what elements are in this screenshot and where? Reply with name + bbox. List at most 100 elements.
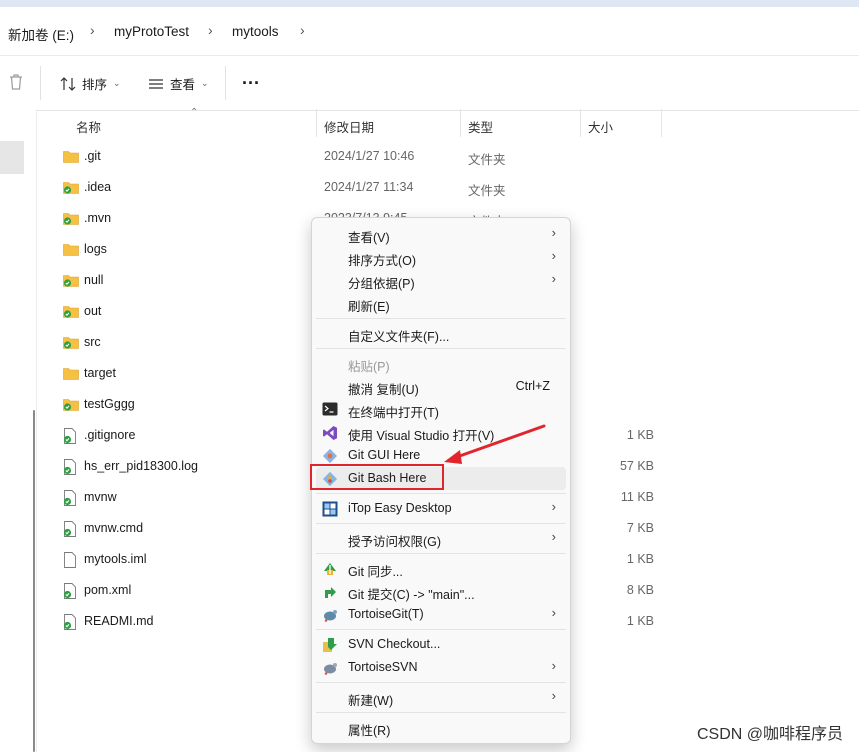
annotation-highlight-box bbox=[310, 464, 444, 490]
file-name: .mvn bbox=[84, 211, 112, 225]
delete-button[interactable] bbox=[8, 73, 24, 91]
menu-item-刷新-e[interactable]: 刷新(E) bbox=[316, 292, 566, 315]
menu-separator bbox=[316, 629, 566, 630]
folder-icon bbox=[63, 242, 79, 256]
chevron-right-icon: › bbox=[300, 22, 305, 38]
breadcrumb-myprototest[interactable]: myProtoTest bbox=[114, 24, 189, 39]
menu-item-label: 自定义文件夹(F)... bbox=[348, 330, 450, 344]
file-icon bbox=[63, 459, 79, 475]
folder-icon bbox=[63, 180, 79, 194]
file-size: 11 KB bbox=[620, 490, 654, 504]
breadcrumb-drive[interactable]: 新加卷 (E:) bbox=[8, 24, 74, 44]
menu-item-git-提交-c-main[interactable]: Git 提交(C) -> "main"... bbox=[316, 580, 566, 603]
view-button[interactable]: 查看 ⌄ bbox=[148, 74, 209, 93]
menu-item-自定义文件夹-f[interactable]: 自定义文件夹(F)... bbox=[316, 322, 566, 345]
chevron-right-icon: › bbox=[551, 529, 556, 544]
menu-item-撤消-复制-u[interactable]: 撤消 复制(U) Ctrl+Z bbox=[316, 375, 566, 398]
menu-item-新建-w[interactable]: 新建(W) › bbox=[316, 686, 566, 709]
git-sync-icon bbox=[322, 561, 338, 577]
file-name: out bbox=[84, 304, 102, 318]
file-name: pom.xml bbox=[84, 583, 132, 597]
chevron-right-icon: › bbox=[551, 688, 556, 703]
folder-icon bbox=[63, 211, 79, 225]
menu-item-label: 查看(V) bbox=[348, 231, 390, 245]
menu-item-label: 在终端中打开(T) bbox=[348, 406, 439, 420]
chevron-right-icon: › bbox=[551, 271, 556, 286]
menu-separator bbox=[316, 523, 566, 524]
file-row[interactable]: .git 2024/1/27 10:46 文件夹 bbox=[56, 141, 676, 172]
window-top-strip bbox=[0, 0, 859, 7]
itop-icon bbox=[322, 501, 338, 517]
menu-separator bbox=[316, 712, 566, 713]
file-name: hs_err_pid18300.log bbox=[84, 459, 198, 473]
file-type: 文件夹 bbox=[468, 184, 506, 198]
menu-item-label: iTop Easy Desktop bbox=[348, 501, 452, 515]
breadcrumb-mytools[interactable]: mytools bbox=[232, 24, 279, 39]
menu-separator bbox=[316, 318, 566, 319]
column-type[interactable]: 类型 bbox=[468, 117, 493, 136]
file-size: 57 KB bbox=[619, 459, 654, 473]
menu-item-label: 新建(W) bbox=[348, 694, 394, 708]
menu-item-label: 粘贴(P) bbox=[348, 360, 390, 374]
file-name: null bbox=[84, 273, 104, 287]
file-icon bbox=[63, 552, 79, 568]
menu-item-label: 撤消 复制(U) bbox=[348, 383, 419, 397]
menu-item-label: 属性(R) bbox=[348, 724, 391, 738]
address-bar[interactable]: 新加卷 (E:) › myProtoTest › mytools › bbox=[0, 7, 859, 55]
menu-item-排序方式-o[interactable]: 排序方式(O) › bbox=[316, 246, 566, 269]
column-header: ⌃ 名称 修改日期 类型 大小 bbox=[44, 107, 859, 137]
file-name: mytools.iml bbox=[84, 552, 147, 566]
file-type: 文件夹 bbox=[468, 153, 506, 167]
sort-button[interactable]: 排序 ⌄ bbox=[60, 74, 121, 93]
column-name[interactable]: 名称 bbox=[76, 117, 101, 136]
navigation-selected-item[interactable] bbox=[0, 141, 24, 174]
column-date[interactable]: 修改日期 bbox=[324, 117, 374, 136]
file-name: READMI.md bbox=[84, 614, 154, 628]
menu-item-label: 授予访问权限(G) bbox=[348, 535, 442, 549]
chevron-right-icon: › bbox=[551, 499, 556, 514]
menu-item-itop-easy-desktop[interactable]: iTop Easy Desktop › bbox=[316, 497, 566, 520]
chevron-right-icon: › bbox=[208, 22, 213, 38]
folder-icon bbox=[63, 335, 79, 349]
menu-item-svn-checkout[interactable]: SVN Checkout... bbox=[316, 633, 566, 656]
file-size: 1 KB bbox=[626, 428, 654, 442]
menu-item-label: 刷新(E) bbox=[348, 300, 390, 314]
menu-item-label: TortoiseSVN bbox=[348, 660, 418, 674]
tortoisesvn-icon bbox=[322, 660, 338, 676]
chevron-right-icon: › bbox=[551, 248, 556, 263]
svn-checkout-icon bbox=[322, 637, 338, 653]
menu-item-git-同步[interactable]: Git 同步... bbox=[316, 557, 566, 580]
file-icon bbox=[63, 428, 79, 444]
file-name: .gitignore bbox=[84, 428, 136, 442]
menu-item-tortoisesvn[interactable]: TortoiseSVN › bbox=[316, 656, 566, 679]
menu-item-tortoisegit-t[interactable]: TortoiseGit(T) › bbox=[316, 603, 566, 626]
watermark: CSDN @咖啡程序员 bbox=[696, 726, 843, 743]
navigation-scrollbar[interactable] bbox=[33, 410, 35, 752]
column-size[interactable]: 大小 bbox=[588, 117, 613, 136]
file-icon bbox=[63, 521, 79, 537]
menu-item-label: Git GUI Here bbox=[348, 448, 421, 462]
file-size: 1 KB bbox=[626, 552, 654, 566]
more-options-button[interactable]: ... bbox=[242, 68, 260, 89]
file-date: 2024/1/27 11:34 bbox=[324, 180, 414, 194]
file-row[interactable]: .idea 2024/1/27 11:34 文件夹 bbox=[56, 172, 676, 203]
sort-label: 排序 bbox=[82, 78, 108, 92]
chevron-right-icon: › bbox=[551, 658, 556, 673]
trash-icon bbox=[10, 74, 22, 90]
file-size: 8 KB bbox=[626, 583, 654, 597]
menu-item-分组依据-p[interactable]: 分组依据(P) › bbox=[316, 269, 566, 292]
folder-icon bbox=[63, 273, 79, 287]
menu-item-在终端中打开-t[interactable]: 在终端中打开(T) bbox=[316, 398, 566, 421]
file-name: testGggg bbox=[84, 397, 135, 411]
file-name: target bbox=[84, 366, 116, 380]
folder-icon bbox=[63, 366, 79, 380]
file-icon bbox=[63, 583, 79, 599]
menu-item-属性-r[interactable]: 属性(R) bbox=[316, 716, 566, 739]
menu-item-shortcut: Ctrl+Z bbox=[515, 379, 550, 393]
menu-item-查看-v[interactable]: 查看(V) › bbox=[316, 223, 566, 246]
menu-item-label: Git 同步... bbox=[348, 565, 403, 579]
git-gui-icon bbox=[322, 448, 338, 464]
folder-icon bbox=[63, 397, 79, 411]
menu-item-授予访问权限-g[interactable]: 授予访问权限(G) › bbox=[316, 527, 566, 550]
file-name: logs bbox=[84, 242, 107, 256]
